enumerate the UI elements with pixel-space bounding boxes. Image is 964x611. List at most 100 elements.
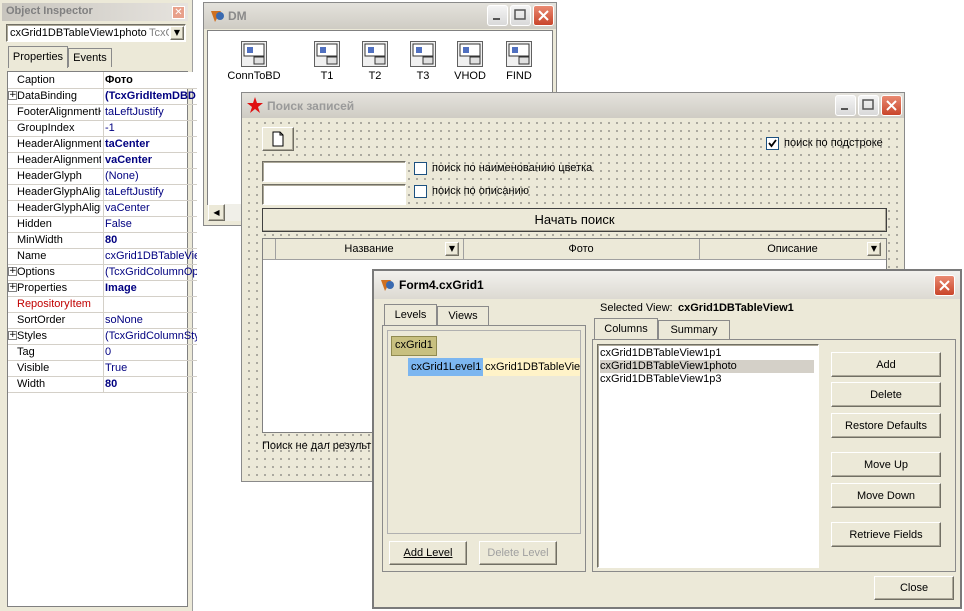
property-row[interactable]: Caption Фото	[8, 72, 197, 89]
oi-tab-properties[interactable]: Properties	[8, 46, 68, 68]
add-column-button[interactable]: Add	[831, 352, 941, 377]
tree-view-node[interactable]: cxGrid1DBTableView	[483, 358, 580, 376]
description-search-input[interactable]	[262, 184, 406, 205]
property-value[interactable]: 0	[103, 344, 197, 360]
property-value[interactable]: Image	[103, 280, 197, 296]
dm-titlebar[interactable]: DM	[204, 3, 556, 29]
property-row[interactable]: SortOrder soNone	[8, 312, 197, 329]
description-search-checkbox[interactable]	[414, 185, 427, 198]
property-value[interactable]: vaCenter	[103, 152, 197, 168]
search-titlebar[interactable]: Поиск записей	[242, 93, 904, 118]
property-value[interactable]: soNone	[103, 312, 197, 328]
property-value[interactable]: taLeftJustify	[103, 184, 197, 200]
component-selector[interactable]: cxGrid1DBTableView1photo TcxG ▼	[6, 24, 186, 42]
property-row[interactable]: RepositoryItem	[8, 296, 197, 313]
property-row[interactable]: Visible True	[8, 360, 197, 377]
property-row[interactable]: HeaderAlignmentH taCenter	[8, 136, 197, 153]
add-level-button[interactable]: Add Level	[389, 541, 467, 565]
minimize-button[interactable]	[487, 5, 508, 26]
property-value[interactable]: taLeftJustify	[103, 104, 197, 120]
tab-views[interactable]: Views	[437, 306, 489, 325]
property-row[interactable]: + DataBinding (TcxGridItemDBD	[8, 88, 197, 105]
column-header-photo[interactable]: Фото	[463, 239, 700, 259]
property-row[interactable]: Name cxGrid1DBTableVie	[8, 248, 197, 265]
column-list-item[interactable]: cxGrid1DBTableView1photo	[600, 360, 814, 373]
maximize-button[interactable]	[858, 95, 879, 116]
column-header-description[interactable]: Описание ▼	[699, 239, 886, 259]
property-value[interactable]: cxGrid1DBTableVie	[103, 248, 197, 264]
filter-dropdown-icon[interactable]: ▼	[867, 242, 881, 256]
delete-column-button[interactable]: Delete	[831, 382, 941, 407]
column-header-name[interactable]: Название ▼	[275, 239, 464, 259]
tab-levels[interactable]: Levels	[384, 304, 437, 326]
expand-plus-icon[interactable]: +	[8, 283, 17, 292]
ado-table-icon[interactable]	[506, 41, 532, 67]
property-value[interactable]: 80	[103, 376, 197, 392]
property-value[interactable]: (None)	[103, 168, 197, 184]
delete-level-button[interactable]: Delete Level	[479, 541, 557, 565]
property-value[interactable]	[103, 296, 197, 312]
scroll-left-button[interactable]: ◀	[208, 204, 225, 221]
property-row[interactable]: HeaderGlyph (None)	[8, 168, 197, 185]
property-row[interactable]: + Styles (TcxGridColumnStyl	[8, 328, 197, 345]
property-row[interactable]: HeaderGlyphAlign taLeftJustify	[8, 184, 197, 201]
filter-dropdown-icon[interactable]: ▼	[445, 242, 459, 256]
expand-plus-icon[interactable]: +	[8, 91, 17, 100]
property-value[interactable]: False	[103, 216, 197, 232]
property-value[interactable]: 80	[103, 232, 197, 248]
maximize-button[interactable]	[510, 5, 531, 26]
property-value[interactable]: vaCenter	[103, 200, 197, 216]
new-document-button[interactable]	[262, 127, 294, 151]
chevron-down-icon[interactable]: ▼	[170, 26, 184, 40]
property-value[interactable]: (TcxGridItemDBD	[103, 88, 197, 104]
property-row[interactable]: HeaderGlyphAlign vaCenter	[8, 200, 197, 217]
ado-connection-icon[interactable]	[241, 41, 267, 67]
close-button[interactable]	[533, 5, 554, 26]
start-search-button[interactable]: Начать поиск	[262, 208, 887, 232]
name-search-input[interactable]	[262, 161, 406, 182]
grid-editor-titlebar[interactable]: Form4.cxGrid1	[374, 271, 960, 299]
close-button[interactable]	[934, 275, 955, 296]
ado-table-icon[interactable]	[410, 41, 436, 67]
move-up-button[interactable]: Move Up	[831, 452, 941, 477]
expand-plus-icon[interactable]: +	[8, 331, 17, 340]
close-dialog-button[interactable]: Close	[874, 576, 954, 600]
retrieve-fields-button[interactable]: Retrieve Fields	[831, 522, 941, 547]
column-list-item[interactable]: cxGrid1DBTableView1p3	[600, 373, 814, 386]
column-list-item[interactable]: cxGrid1DBTableView1p1	[600, 347, 814, 360]
move-down-button[interactable]: Move Down	[831, 483, 941, 508]
property-row[interactable]: + Options (TcxGridColumnOpt	[8, 264, 197, 281]
property-row[interactable]: Width 80	[8, 376, 197, 393]
ado-table-icon[interactable]	[314, 41, 340, 67]
property-row[interactable]: + Properties Image	[8, 280, 197, 297]
close-button[interactable]	[881, 95, 902, 116]
ado-table-icon[interactable]	[362, 41, 388, 67]
close-icon[interactable]: ✕	[172, 6, 185, 19]
property-value[interactable]: Фото	[103, 72, 197, 88]
tab-summary[interactable]: Summary	[658, 320, 730, 339]
property-value[interactable]: (TcxGridColumnStyl	[103, 328, 197, 344]
property-value[interactable]: True	[103, 360, 197, 376]
oi-tab-events[interactable]: Events	[68, 48, 112, 67]
expand-plus-icon[interactable]: +	[8, 267, 17, 276]
property-value[interactable]: (TcxGridColumnOpt	[103, 264, 197, 280]
property-row[interactable]: MinWidth 80	[8, 232, 197, 249]
tree-root-node[interactable]: cxGrid1	[391, 336, 437, 356]
columns-list[interactable]: cxGrid1DBTableView1p1 cxGrid1DBTableView1…	[597, 344, 819, 568]
property-row[interactable]: Hidden False	[8, 216, 197, 233]
levels-tree[interactable]: cxGrid1 cxGrid1Level1 cxGrid1DBTableView	[387, 330, 581, 534]
property-row[interactable]: GroupIndex -1	[8, 120, 197, 137]
substring-search-checkbox[interactable]	[766, 137, 779, 150]
property-value[interactable]: -1	[103, 120, 197, 136]
name-search-checkbox[interactable]	[414, 162, 427, 175]
tab-columns[interactable]: Columns	[594, 318, 658, 340]
restore-defaults-button[interactable]: Restore Defaults	[831, 413, 941, 438]
property-row[interactable]: HeaderAlignmentV vaCenter	[8, 152, 197, 169]
property-value[interactable]: taCenter	[103, 136, 197, 152]
minimize-button[interactable]	[835, 95, 856, 116]
ado-table-icon[interactable]	[457, 41, 483, 67]
property-row[interactable]: Tag 0	[8, 344, 197, 361]
property-row[interactable]: FooterAlignmentH taLeftJustify	[8, 104, 197, 121]
object-inspector-titlebar[interactable]: Object Inspector ✕	[2, 3, 188, 21]
tree-level-node[interactable]: cxGrid1Level1	[408, 358, 485, 376]
